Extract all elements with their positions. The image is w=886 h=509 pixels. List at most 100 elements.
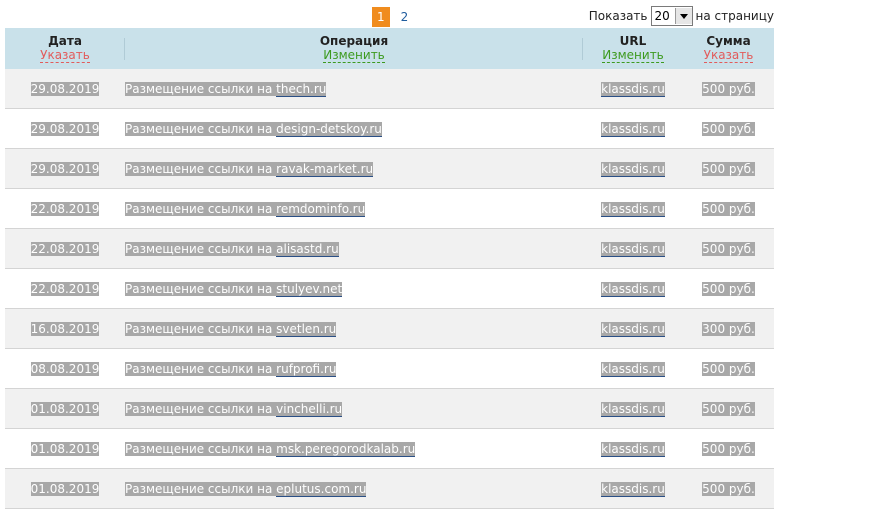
row-operation-cell: Размещение ссылки на rufprofi.ru — [125, 348, 583, 389]
operation-site-link[interactable]: alisastd.ru — [276, 241, 339, 257]
row-url-link[interactable]: klassdis.ru — [601, 241, 665, 257]
row-date: 01.08.2019 — [30, 441, 100, 456]
row-url-link[interactable]: klassdis.ru — [601, 361, 665, 377]
table-row: 29.08.2019 Размещение ссылки на thech.ru k… — [5, 69, 774, 109]
table-row: 22.08.2019 Размещение ссылки на stulyev.n… — [5, 268, 774, 309]
row-url-link[interactable]: klassdis.ru — [601, 441, 665, 457]
row-sum-cell: 500 руб. — [683, 188, 774, 229]
row-url-link[interactable]: klassdis.ru — [601, 481, 665, 497]
row-date-cell: 29.08.2019 — [5, 108, 125, 149]
table-row: 01.08.2019 Размещение ссылки на eplutus.c… — [5, 468, 774, 509]
operation-site-link[interactable]: eplutus.com.ru — [276, 481, 367, 497]
row-date: 01.08.2019 — [30, 401, 100, 416]
row-url-cell: klassdis.ru — [583, 388, 683, 429]
row-date-cell: 22.08.2019 — [5, 268, 125, 309]
row-sum: 500 руб. — [702, 481, 755, 496]
date-sort-link[interactable]: Указать — [40, 49, 90, 63]
operation-text: Размещение ссылки на — [125, 481, 277, 496]
row-url-cell: klassdis.ru — [583, 308, 683, 349]
operation-sort-link[interactable]: Изменить — [323, 49, 385, 63]
operation-text: Размещение ссылки на — [125, 121, 277, 136]
table-row: 22.08.2019 Размещение ссылки на alisastd.… — [5, 228, 774, 269]
operation-site-link[interactable]: design-detskoy.ru — [276, 121, 382, 137]
row-date-cell: 29.08.2019 — [5, 148, 125, 189]
row-url-cell: klassdis.ru — [583, 108, 683, 149]
row-date: 22.08.2019 — [30, 281, 100, 296]
operation-site-link[interactable]: remdominfo.ru — [276, 201, 366, 217]
operation-text: Размещение ссылки на — [125, 401, 277, 416]
row-date: 16.08.2019 — [30, 321, 100, 336]
operations-table: Дата Указать Операция Изменить URL Измен… — [5, 28, 774, 509]
row-url-link[interactable]: klassdis.ru — [601, 401, 665, 417]
per-page-control: Показать 20 на страницу — [589, 6, 774, 26]
row-sum: 500 руб. — [702, 81, 755, 96]
row-operation-cell: Размещение ссылки на alisastd.ru — [125, 228, 583, 269]
row-operation: Размещение ссылки на alisastd.ru — [125, 241, 339, 257]
operation-site-link[interactable]: ravak-market.ru — [276, 161, 374, 177]
row-url-link[interactable]: klassdis.ru — [601, 81, 665, 97]
table-body: 29.08.2019 Размещение ссылки на thech.ru k… — [5, 69, 774, 509]
row-url-link[interactable]: klassdis.ru — [601, 281, 665, 297]
row-sum: 500 руб. — [702, 161, 755, 176]
table-row: 01.08.2019 Размещение ссылки на vinchelli… — [5, 388, 774, 429]
operation-text: Размещение ссылки на — [125, 281, 277, 296]
row-url-cell: klassdis.ru — [583, 428, 683, 469]
table-row: 29.08.2019 Размещение ссылки на design-de… — [5, 108, 774, 149]
row-sum-cell: 500 руб. — [683, 348, 774, 389]
row-url-cell: klassdis.ru — [583, 268, 683, 309]
url-sort-link[interactable]: Изменить — [602, 49, 664, 63]
operation-site-link[interactable]: rufprofi.ru — [276, 361, 337, 377]
operation-site-link[interactable]: msk.peregorodkalab.ru — [276, 441, 416, 457]
row-operation-cell: Размещение ссылки на msk.peregorodkalab.… — [125, 428, 583, 469]
table-row: 08.08.2019 Размещение ссылки на rufprofi.… — [5, 348, 774, 389]
row-url-link[interactable]: klassdis.ru — [601, 161, 665, 177]
table-row: 16.08.2019 Размещение ссылки на svetlen.r… — [5, 308, 774, 349]
row-date: 08.08.2019 — [30, 361, 100, 376]
row-date: 22.08.2019 — [30, 201, 100, 216]
page-1-button[interactable]: 1 — [372, 7, 390, 27]
top-bar: 1 2 Показать 20 на страницу — [0, 0, 774, 28]
row-operation-cell: Размещение ссылки на design-detskoy.ru — [125, 108, 583, 149]
column-operation: Операция Изменить — [125, 28, 583, 69]
row-date-cell: 01.08.2019 — [5, 388, 125, 429]
row-date-cell: 16.08.2019 — [5, 308, 125, 349]
row-date: 22.08.2019 — [30, 241, 100, 256]
per-page-select[interactable]: 20 — [650, 6, 693, 26]
row-url-link[interactable]: klassdis.ru — [601, 121, 665, 137]
row-sum: 300 руб. — [702, 321, 755, 336]
operation-site-link[interactable]: stulyev.net — [276, 281, 343, 297]
row-operation-cell: Размещение ссылки на vinchelli.ru — [125, 388, 583, 429]
row-sum-cell: 500 руб. — [683, 428, 774, 469]
page-2-link[interactable]: 2 — [396, 7, 414, 27]
row-sum-cell: 500 руб. — [683, 228, 774, 269]
per-page-prefix: Показать — [588, 9, 648, 23]
row-sum: 500 руб. — [702, 361, 755, 376]
row-operation-cell: Размещение ссылки на remdominfo.ru — [125, 188, 583, 229]
operation-text: Размещение ссылки на — [125, 361, 277, 376]
row-sum-cell: 500 руб. — [683, 468, 774, 509]
row-sum-cell: 500 руб. — [683, 388, 774, 429]
row-operation-cell: Размещение ссылки на svetlen.ru — [125, 308, 583, 349]
operation-site-link[interactable]: svetlen.ru — [276, 321, 337, 337]
row-sum: 500 руб. — [702, 201, 755, 216]
pagination: 1 2 — [372, 7, 413, 27]
row-sum-cell: 500 руб. — [683, 268, 774, 309]
row-date: 01.08.2019 — [30, 481, 100, 496]
sum-sort-link[interactable]: Указать — [703, 49, 754, 63]
row-sum: 500 руб. — [702, 281, 755, 296]
per-page-value: 20 — [654, 9, 670, 23]
operation-site-link[interactable]: vinchelli.ru — [276, 401, 343, 417]
row-date-cell: 01.08.2019 — [5, 428, 125, 469]
row-url-link[interactable]: klassdis.ru — [601, 201, 665, 217]
row-operation: Размещение ссылки на stulyev.net — [125, 281, 343, 297]
chevron-down-icon[interactable] — [674, 8, 692, 24]
row-sum: 500 руб. — [702, 441, 755, 456]
operation-text: Размещение ссылки на — [125, 441, 277, 456]
operation-site-link[interactable]: thech.ru — [276, 81, 327, 97]
row-date-cell: 29.08.2019 — [5, 69, 125, 109]
row-date-cell: 22.08.2019 — [5, 188, 125, 229]
column-sum: Сумма Указать — [683, 28, 774, 69]
row-url-link[interactable]: klassdis.ru — [601, 321, 665, 337]
table-row: 29.08.2019 Размещение ссылки на ravak-mar… — [5, 148, 774, 189]
row-operation-cell: Размещение ссылки на stulyev.net — [125, 268, 583, 309]
